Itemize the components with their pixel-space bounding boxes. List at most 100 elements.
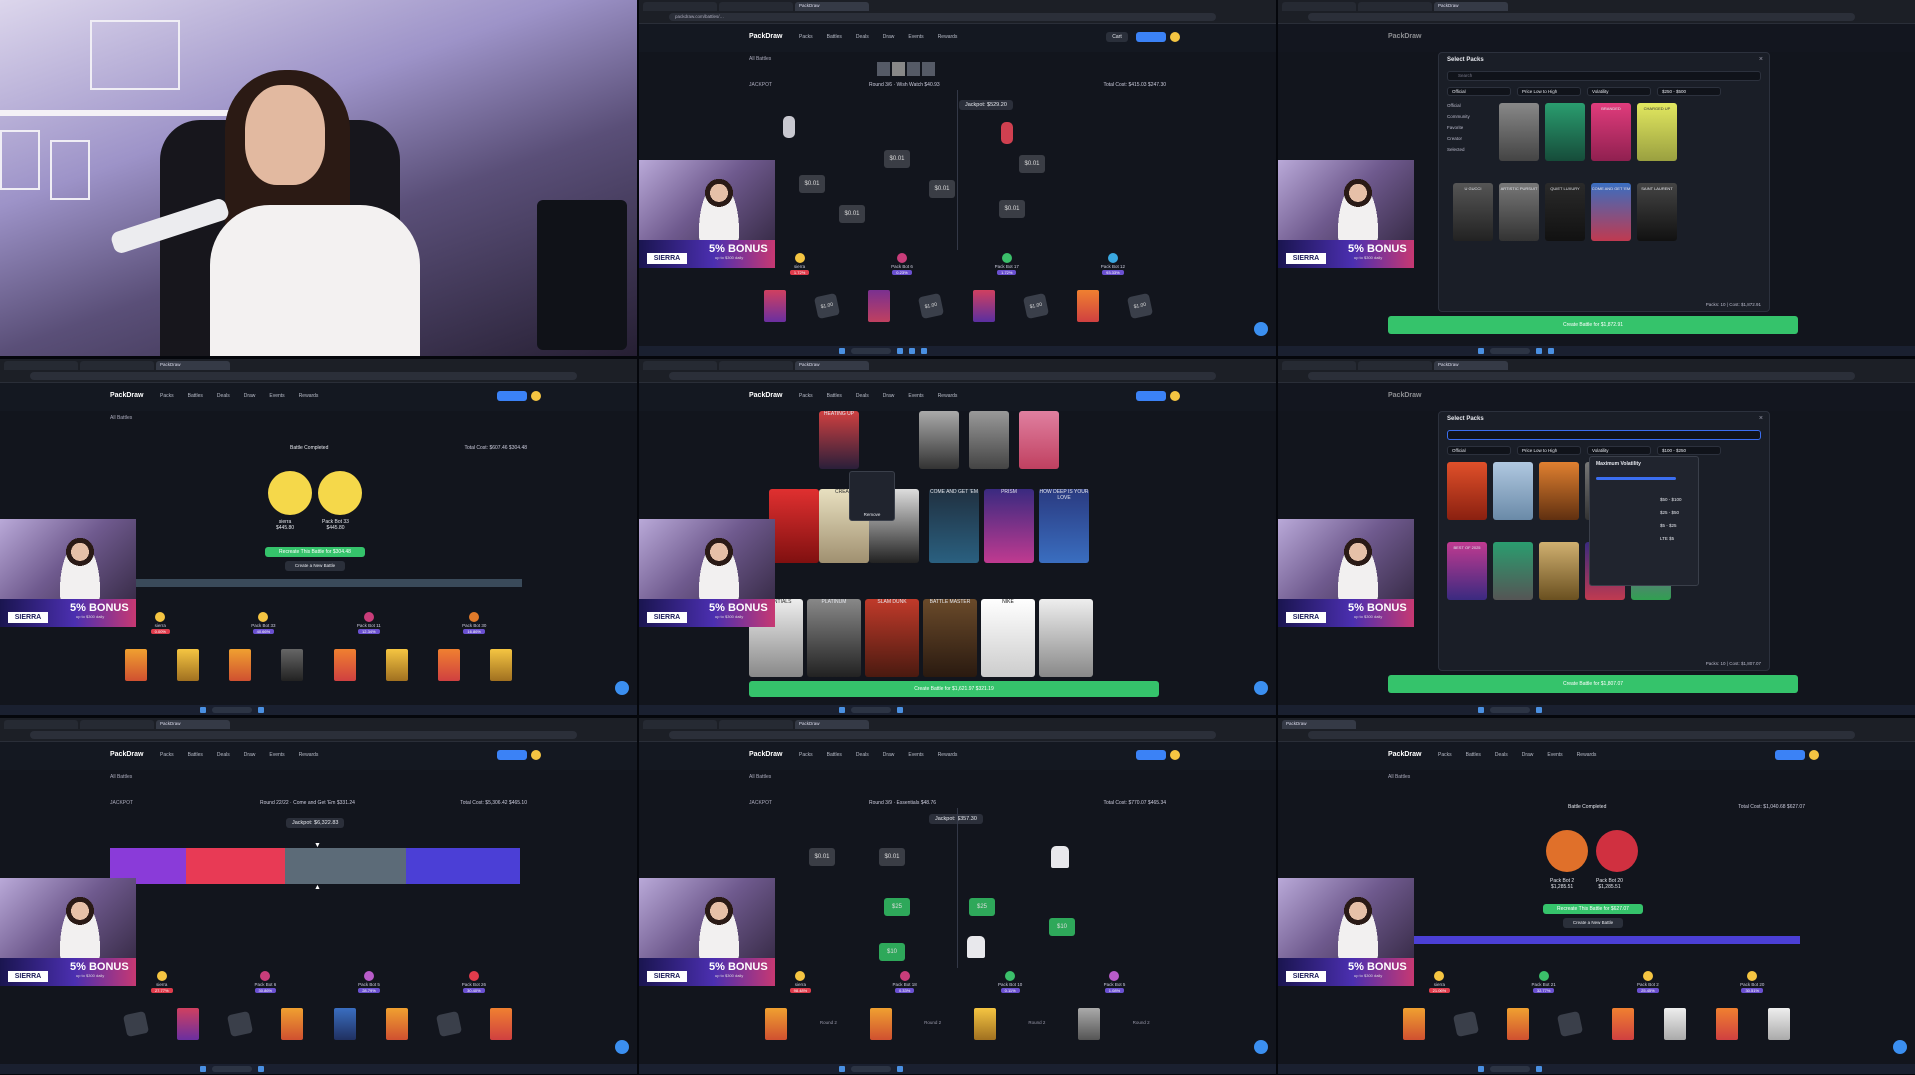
app-icon[interactable] [909,348,915,354]
search-input[interactable]: Search [1447,71,1761,81]
nav-rewards[interactable]: Rewards [1577,752,1597,758]
filter-sort[interactable]: Price Low to High [1517,446,1581,455]
create-battle-button[interactable]: Create Battle for $1,872.91 [1388,316,1798,334]
pack-card[interactable] [1539,462,1579,520]
app-icon[interactable] [1536,348,1542,354]
wallet-button[interactable] [497,750,527,760]
pack-card[interactable]: HOW DEEP IS YOUR LOVE [1039,489,1089,563]
browser-tab-active[interactable]: PackDraw [1434,361,1508,370]
nav-deals[interactable]: Deals [1495,752,1508,758]
pack-card[interactable]: BEST OF 2025 [1447,542,1487,600]
app-icon[interactable] [258,707,264,713]
pack-card[interactable] [1545,103,1585,161]
windows-icon[interactable] [839,707,845,713]
nav-packs[interactable]: Packs [1438,752,1452,758]
remove-button[interactable]: Remove [864,512,881,517]
wallet-button[interactable] [1136,32,1166,42]
pack-card[interactable]: NIKE [981,599,1035,677]
url-bar[interactable] [1308,731,1855,739]
browser-tab-active[interactable]: PackDraw [795,361,869,370]
url-bar[interactable] [669,731,1216,739]
range-option[interactable]: LTE $5 [1660,536,1682,541]
app-icon[interactable] [897,1066,903,1072]
browser-tab-active[interactable]: PackDraw [1282,720,1356,729]
recreate-battle-button[interactable]: Recreate This Battle for $304.48 [265,547,365,557]
site-logo[interactable]: PackDraw [749,392,782,399]
taskbar-search[interactable] [1490,707,1530,713]
url-bar[interactable]: packdraw.com/battles/… [669,13,1216,21]
taskbar-search[interactable] [212,707,252,713]
close-icon[interactable]: × [1759,56,1763,63]
browser-tab[interactable] [719,2,793,11]
nav-deals[interactable]: Deals [856,393,869,399]
site-logo[interactable]: PackDraw [749,751,782,758]
avatar[interactable] [531,750,541,760]
windows-icon[interactable] [839,1066,845,1072]
nav-draw[interactable]: Draw [244,752,256,758]
pack-card[interactable]: U GUCCI [1453,183,1493,241]
close-icon[interactable]: × [1759,415,1763,422]
url-bar[interactable] [30,731,577,739]
all-battles-link[interactable]: All Battles [749,774,771,780]
url-bar[interactable] [1308,372,1855,380]
wallet-button[interactable] [1136,391,1166,401]
nav-battles[interactable]: Battles [1466,752,1481,758]
pack-card[interactable] [1493,542,1533,600]
nav-battles[interactable]: Battles [827,752,842,758]
browser-tab[interactable] [643,2,717,11]
windows-icon[interactable] [200,707,206,713]
nav-packs[interactable]: Packs [799,393,813,399]
pack-card[interactable]: BRANDED [1591,103,1631,161]
chat-icon[interactable] [1893,1040,1907,1054]
avatar[interactable] [531,391,541,401]
wallet-button[interactable] [1775,750,1805,760]
nav-rewards[interactable]: Rewards [938,34,958,40]
nav-deals[interactable]: Deals [856,752,869,758]
new-battle-button[interactable]: Create a New Battle [285,561,345,571]
url-bar[interactable] [1308,13,1855,21]
chat-icon[interactable] [615,1040,629,1054]
pack-card[interactable]: CHARGED UP [1637,103,1677,161]
filter-sort[interactable]: Price Low to High [1517,87,1581,96]
browser-tab[interactable] [4,720,78,729]
pack-card[interactable]: QUIET LUXURY [1545,183,1585,241]
nav-battles[interactable]: Battles [827,34,842,40]
cart-button[interactable]: Cart [1106,32,1128,42]
taskbar-search[interactable] [1490,348,1530,354]
menu-item-favorite[interactable]: Favorite [1447,125,1470,130]
browser-tab-active[interactable]: PackDraw [156,361,230,370]
nav-events[interactable]: Events [1547,752,1562,758]
filter-price[interactable]: $100 - $250 [1657,446,1721,455]
nav-draw[interactable]: Draw [244,393,256,399]
range-option[interactable]: $5 - $25 [1660,523,1682,528]
all-battles-link[interactable]: All Battles [1388,774,1410,780]
browser-tab-active[interactable]: PackDraw [795,2,869,11]
site-logo[interactable]: PackDraw [110,392,143,399]
menu-item-community[interactable]: Community [1447,114,1470,119]
pack-card[interactable] [1019,411,1059,469]
pack-card[interactable] [969,411,1009,469]
nav-draw[interactable]: Draw [1522,752,1534,758]
app-icon[interactable] [1548,348,1554,354]
pack-card[interactable] [769,489,819,563]
site-logo[interactable]: PackDraw [1388,751,1421,758]
all-battles-link[interactable]: All Battles [110,415,132,421]
new-battle-button[interactable]: Create a New Battle [1563,918,1623,928]
volatility-slider[interactable] [1596,477,1676,480]
pack-card[interactable]: PRISM [984,489,1034,563]
url-bar[interactable] [30,372,577,380]
nav-rewards[interactable]: Rewards [299,752,319,758]
pack-card[interactable]: PLATINUM [807,599,861,677]
nav-draw[interactable]: Draw [883,752,895,758]
filter-volatility[interactable]: Volatility [1587,87,1651,96]
windows-icon[interactable] [1478,707,1484,713]
url-bar[interactable] [669,372,1216,380]
taskbar-search[interactable] [212,1066,252,1072]
avatar[interactable] [1809,750,1819,760]
nav-battles[interactable]: Battles [188,393,203,399]
nav-battles[interactable]: Battles [827,393,842,399]
browser-tab[interactable] [80,361,154,370]
recreate-battle-button[interactable]: Recreate This Battle for $627.07 [1543,904,1643,914]
site-logo[interactable]: PackDraw [749,33,782,40]
avatar[interactable] [1170,391,1180,401]
